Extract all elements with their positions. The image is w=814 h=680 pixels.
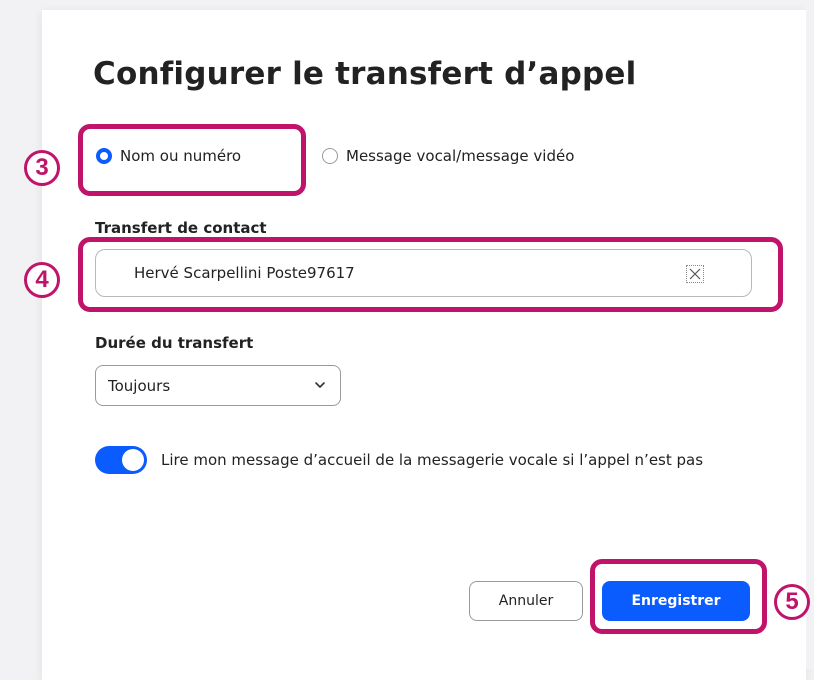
- step-badge-3: 3: [24, 150, 60, 186]
- contact-field-label: Transfert de contact: [95, 219, 267, 237]
- window-edge: [806, 0, 814, 669]
- chevron-down-icon: [314, 379, 326, 391]
- step-badge-5: 5: [774, 584, 810, 620]
- radio-unchecked-icon[interactable]: [322, 148, 338, 164]
- cancel-button[interactable]: Annuler: [469, 581, 583, 621]
- greeting-toggle[interactable]: [95, 446, 147, 474]
- radio-label: Message vocal/message vidéo: [346, 147, 575, 165]
- duration-select[interactable]: Toujours: [95, 365, 341, 406]
- dialog-title: Configurer le transfert d’appel: [93, 56, 637, 92]
- highlight-save-button: [590, 559, 767, 634]
- radio-voicemail[interactable]: Message vocal/message vidéo: [322, 147, 574, 165]
- step-badge-4: 4: [24, 262, 60, 298]
- toggle-knob: [122, 449, 144, 471]
- greeting-toggle-label: Lire mon message d’accueil de la message…: [161, 451, 704, 469]
- duration-field-label: Durée du transfert: [95, 334, 254, 352]
- duration-select-value: Toujours: [108, 376, 171, 395]
- highlight-radio: [78, 124, 306, 196]
- highlight-contact-field: [78, 237, 783, 312]
